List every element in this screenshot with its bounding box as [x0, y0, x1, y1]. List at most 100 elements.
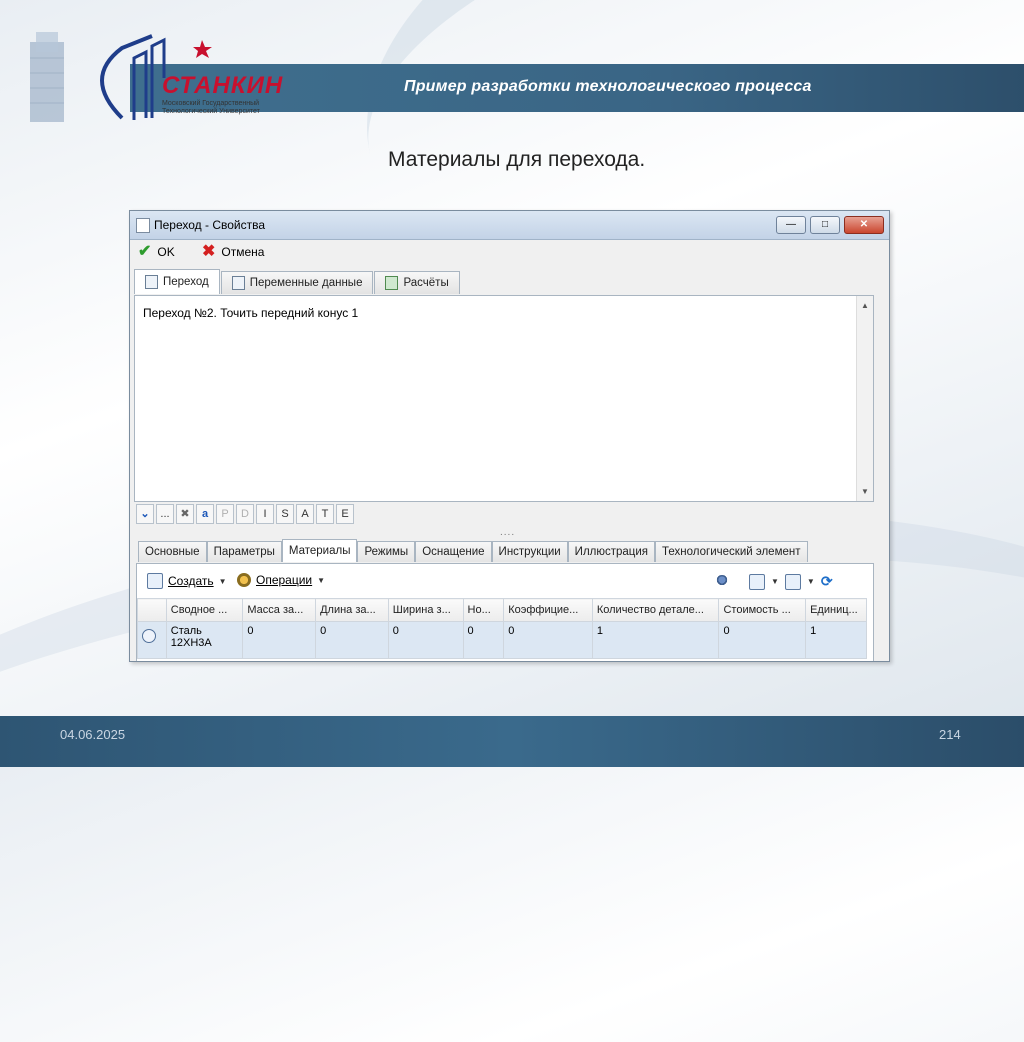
- table-cell: 1: [591, 621, 720, 659]
- create-button[interactable]: Создать ▼: [147, 573, 227, 589]
- create-icon: [147, 573, 163, 589]
- top-tabs: Переход Переменные данные Расчёты: [134, 269, 461, 295]
- logo-subtitle-line-2: Технологический Университет: [162, 108, 260, 115]
- splitter-handle[interactable]: ....: [500, 527, 515, 538]
- gear-icon: [237, 573, 251, 587]
- table-cell: 0: [242, 621, 317, 659]
- materials-toolbar: Создать ▼ Операции ▼ ▼ ▼ ⟳: [137, 570, 873, 592]
- table-header-icon: [137, 598, 167, 622]
- tab-equipment[interactable]: Оснащение: [415, 541, 492, 562]
- row-icon-cell: [137, 621, 167, 659]
- t-button[interactable]: T: [316, 504, 334, 524]
- table-header[interactable]: Длина за...: [315, 598, 389, 622]
- table-cell: 0: [387, 621, 464, 659]
- format-toolbar: ⌄ ... ✖ a P D I S A T E: [136, 504, 354, 524]
- page-title: Пример разработки технологического проце…: [404, 78, 812, 95]
- create-label: Создать: [168, 574, 214, 588]
- material-icon: [142, 629, 156, 643]
- calculator-icon: [385, 276, 399, 290]
- chevron-down-icon[interactable]: ▼: [771, 577, 779, 586]
- window-titlebar[interactable]: Переход - Свойства — □ ✕: [130, 211, 889, 240]
- document-icon: [136, 218, 150, 233]
- p-button[interactable]: P: [216, 504, 234, 524]
- logo-subtitle: Московский Государственный Технологическ…: [162, 100, 292, 116]
- tab-parameters[interactable]: Параметры: [206, 541, 282, 562]
- tab-illustration[interactable]: Иллюстрация: [567, 541, 656, 562]
- table-header[interactable]: Единиц...: [805, 598, 867, 622]
- transition-text-editor[interactable]: Переход №2. Точить передний конус 1 ▲ ▼: [134, 295, 874, 502]
- chevron-down-icon[interactable]: ▼: [807, 577, 815, 586]
- vertical-scrollbar[interactable]: ▲ ▼: [856, 296, 873, 501]
- table-row[interactable]: Сталь 12ХН3А 0 0 0 0 0 1 0 1: [137, 621, 867, 659]
- table-header[interactable]: Стоимость ...: [718, 598, 807, 622]
- minimize-button[interactable]: —: [776, 216, 806, 234]
- expand-icon[interactable]: ⌄: [136, 504, 154, 524]
- scroll-up-icon[interactable]: ▲: [861, 301, 869, 310]
- table-cell: 0: [315, 621, 389, 659]
- tab-materials[interactable]: Материалы: [281, 539, 358, 562]
- footer-bar: [0, 716, 1024, 767]
- tab-variable-data[interactable]: Переменные данные: [220, 271, 374, 294]
- i-button[interactable]: I: [256, 504, 274, 524]
- scroll-down-icon[interactable]: ▼: [861, 487, 869, 496]
- table-cell: Сталь 12ХН3А: [165, 621, 244, 659]
- more-button[interactable]: ...: [156, 504, 174, 524]
- table-header[interactable]: Масса за...: [242, 598, 317, 622]
- cross-icon: ✖: [202, 243, 216, 260]
- d-button[interactable]: D: [236, 504, 254, 524]
- ok-button[interactable]: ✔ OK: [138, 243, 175, 260]
- e-button[interactable]: E: [336, 504, 354, 524]
- chevron-down-icon: ▼: [218, 576, 227, 586]
- chevron-down-icon: ▼: [317, 575, 326, 585]
- tab-modes[interactable]: Режимы: [357, 541, 416, 562]
- slide-date: 04.06.2025: [60, 727, 126, 742]
- materials-table: Сводное ... Масса за... Длина за... Шири…: [137, 598, 867, 659]
- operations-button[interactable]: Операции ▼: [237, 573, 325, 587]
- ok-label: OK: [157, 245, 175, 259]
- checkmark-icon: ✔: [138, 243, 152, 260]
- tab-transition[interactable]: Переход: [134, 269, 220, 294]
- table-header-row: Сводное ... Масса за... Длина за... Шири…: [137, 598, 867, 622]
- editor-content: Переход №2. Точить передний конус 1: [143, 306, 359, 320]
- font-icon[interactable]: a: [196, 504, 214, 524]
- cancel-button[interactable]: ✖ Отмена: [202, 243, 265, 260]
- table-cell: 0: [503, 621, 593, 659]
- table-header[interactable]: Сводное ...: [165, 598, 244, 622]
- document-icon: [231, 276, 245, 290]
- bottom-tabs: Основные Параметры Материалы Режимы Осна…: [138, 539, 808, 563]
- view-icon[interactable]: [784, 573, 801, 590]
- document-icon: [145, 275, 158, 289]
- table-header[interactable]: Количество детале...: [591, 598, 720, 622]
- edit-icon[interactable]: [749, 573, 765, 590]
- tab-calculations[interactable]: Расчёты: [374, 271, 460, 294]
- table-header[interactable]: Ширина з...: [387, 598, 464, 622]
- refresh-icon[interactable]: ⟳: [821, 573, 833, 590]
- maximize-button[interactable]: □: [810, 216, 840, 234]
- tab-instructions[interactable]: Инструкции: [491, 541, 568, 562]
- delete-icon[interactable]: ✖: [176, 504, 194, 524]
- tab-label: Расчёты: [403, 277, 449, 289]
- slide-page-number: 214: [939, 727, 961, 742]
- table-cell: 1: [805, 621, 867, 659]
- window-title: Переход - Свойства: [154, 218, 266, 232]
- table-cell: 0: [462, 621, 505, 659]
- right-tools: ▼ ▼ ⟳: [715, 573, 833, 590]
- operations-label: Операции: [256, 573, 313, 587]
- tab-main[interactable]: Основные: [138, 541, 207, 562]
- cancel-label: Отмена: [221, 245, 265, 259]
- close-button[interactable]: ✕: [844, 216, 884, 234]
- a-button[interactable]: A: [296, 504, 314, 524]
- table-header[interactable]: Но...: [462, 598, 505, 622]
- tab-label: Переменные данные: [249, 277, 363, 289]
- logo-subtitle-line-1: Московский Государственный: [162, 100, 260, 107]
- tab-tech-element[interactable]: Технологический элемент: [655, 541, 808, 562]
- slide-subtitle: Материалы для перехода.: [388, 148, 646, 171]
- table-header[interactable]: Коэффицие...: [503, 598, 593, 622]
- properties-window: Переход - Свойства — □ ✕ ✔ OK ✖ Отмена П…: [129, 210, 890, 662]
- s-button[interactable]: S: [276, 504, 294, 524]
- logo-name: СТАНКИН: [162, 72, 284, 99]
- table-cell: 0: [718, 621, 807, 659]
- materials-panel: Создать ▼ Операции ▼ ▼ ▼ ⟳ Сводное ... М…: [136, 563, 874, 661]
- user-icon[interactable]: [715, 574, 729, 589]
- tab-label: Переход: [163, 276, 209, 288]
